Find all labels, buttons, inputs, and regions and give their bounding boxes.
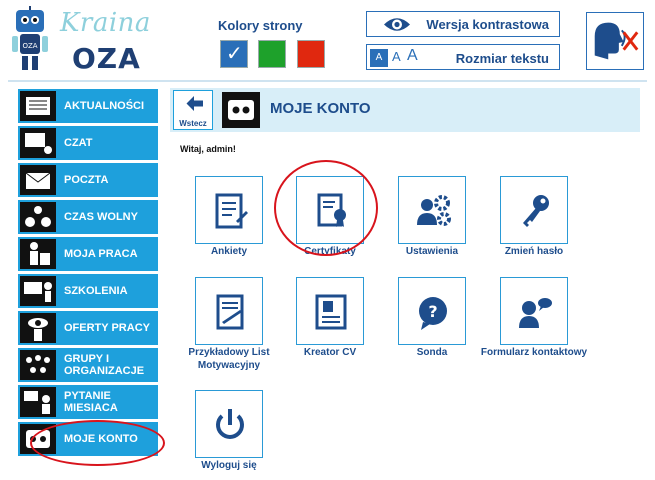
colors-label: Kolory strony	[218, 18, 303, 33]
logo-kraina-text: Kraina	[60, 8, 151, 38]
speech-toggle-button[interactable]	[586, 12, 644, 70]
key-icon	[523, 195, 549, 227]
sidebar-item-szkolenia[interactable]: SZKOLENIA	[18, 274, 158, 308]
poll-icon: ?	[419, 297, 447, 330]
free-time-icon	[20, 202, 56, 232]
sidebar-item-czas-wolny[interactable]: CZAS WOLNY	[18, 200, 158, 234]
svg-text:OZA: OZA	[22, 42, 37, 50]
text-size-button[interactable]: A A A Rozmiar tekstu	[366, 44, 560, 70]
tile-wyloguj[interactable]	[195, 390, 263, 458]
letter-icon	[216, 294, 244, 330]
robot-mascot-icon: OZA	[12, 6, 48, 70]
sidebar-item-label: AKTUALNOŚCI	[64, 100, 145, 112]
sidebar-item-label: PYTANIE MIESIACA	[64, 390, 118, 414]
cv-icon	[315, 294, 347, 330]
back-button[interactable]: Wstecz	[173, 90, 213, 130]
text-size-small[interactable]: A	[370, 49, 388, 67]
tile-label-list-motywacyjny: Przykładowy List Motywacyjny	[188, 347, 270, 371]
tile-label-formularz-kontaktowy: Formularz kontaktowy	[480, 347, 588, 358]
text-size-label: Rozmiar tekstu	[455, 51, 549, 66]
sidebar-item-label: OFERTY PRACY	[64, 322, 150, 334]
sidebar-item-oferty-pracy[interactable]: OFERTY PRACY	[18, 311, 158, 345]
sidebar-item-label: GRUPY I ORGANIZACJE	[64, 353, 145, 377]
training-icon	[20, 276, 56, 306]
sidebar-item-label: CZAT	[64, 137, 93, 149]
greeting-text: Witaj, admin!	[180, 144, 236, 154]
tile-kreator-cv[interactable]	[296, 277, 364, 345]
settings-icon	[417, 195, 451, 226]
logo-oza-text: OZA	[72, 42, 141, 75]
tile-label-ustawienia: Ustawienia	[405, 246, 459, 257]
tile-formularz-kontaktowy[interactable]	[500, 277, 568, 345]
tile-label-kreator-cv: Kreator CV	[303, 347, 357, 358]
logo[interactable]: OZA Kraina OZA	[8, 4, 151, 76]
speech-muted-icon	[594, 22, 639, 60]
header-divider	[8, 80, 647, 82]
back-label: Wstecz	[179, 119, 207, 128]
color-red-button[interactable]	[297, 40, 325, 68]
sidebar-item-aktualnosci[interactable]: AKTUALNOŚCI	[18, 89, 158, 123]
sidebar-item-label: SZKOLENIA	[64, 285, 128, 297]
page-header-bar: Wstecz MOJE KONTO	[170, 88, 640, 132]
text-size-medium[interactable]: A	[392, 49, 401, 64]
sidebar-item-moja-praca[interactable]: MOJA PRACA	[18, 237, 158, 271]
tile-label-zmien-haslo: Zmień hasło	[504, 246, 564, 257]
svg-text:?: ?	[428, 302, 437, 321]
tile-label-ankiety: Ankiety	[210, 246, 248, 257]
sidebar-item-label: POCZTA	[64, 174, 109, 186]
tile-ustawienia[interactable]	[398, 176, 466, 244]
tile-zmien-haslo[interactable]	[500, 176, 568, 244]
tile-label-wyloguj: Wyloguj się	[201, 460, 257, 471]
groups-icon	[20, 350, 56, 380]
header: OZA Kraina OZA Kolory strony Wersja kont…	[0, 0, 655, 82]
eye-icon	[384, 18, 410, 31]
question-icon	[20, 387, 56, 417]
job-offers-icon	[20, 313, 56, 343]
sidebar-item-pytanie-miesiaca[interactable]: PYTANIE MIESIACA	[18, 385, 158, 419]
color-green-button[interactable]	[258, 40, 286, 68]
highlight-circle-certyfikaty	[274, 160, 378, 256]
survey-icon	[215, 193, 248, 229]
work-icon	[20, 239, 56, 269]
tile-list-motywacyjny[interactable]	[195, 277, 263, 345]
sidebar-item-czat[interactable]: CZAT	[18, 126, 158, 160]
color-blue-button[interactable]	[220, 40, 248, 68]
sidebar-item-label: MOJA PRACA	[64, 248, 138, 260]
contrast-label: Wersja kontrastowa	[426, 17, 549, 32]
mail-icon	[20, 165, 56, 195]
contrast-button[interactable]: Wersja kontrastowa	[366, 11, 560, 37]
account-page-icon	[222, 92, 260, 128]
logout-icon	[216, 409, 244, 439]
highlight-circle-moje-konto	[30, 420, 165, 466]
tile-label-sonda: Sonda	[416, 347, 448, 358]
sidebar: AKTUALNOŚCI CZAT POCZTA CZAS WOLNY MOJA …	[18, 89, 158, 459]
newspaper-icon	[20, 91, 56, 121]
chat-icon	[20, 128, 56, 158]
contact-icon	[519, 298, 552, 328]
sidebar-item-poczta[interactable]: POCZTA	[18, 163, 158, 197]
page-title: MOJE KONTO	[270, 100, 371, 117]
sidebar-item-grupy[interactable]: GRUPY I ORGANIZACJE	[18, 348, 158, 382]
tile-ankiety[interactable]	[195, 176, 263, 244]
text-size-large[interactable]: A	[407, 47, 418, 65]
tile-sonda[interactable]: ?	[398, 277, 466, 345]
sidebar-item-label: CZAS WOLNY	[64, 211, 138, 223]
